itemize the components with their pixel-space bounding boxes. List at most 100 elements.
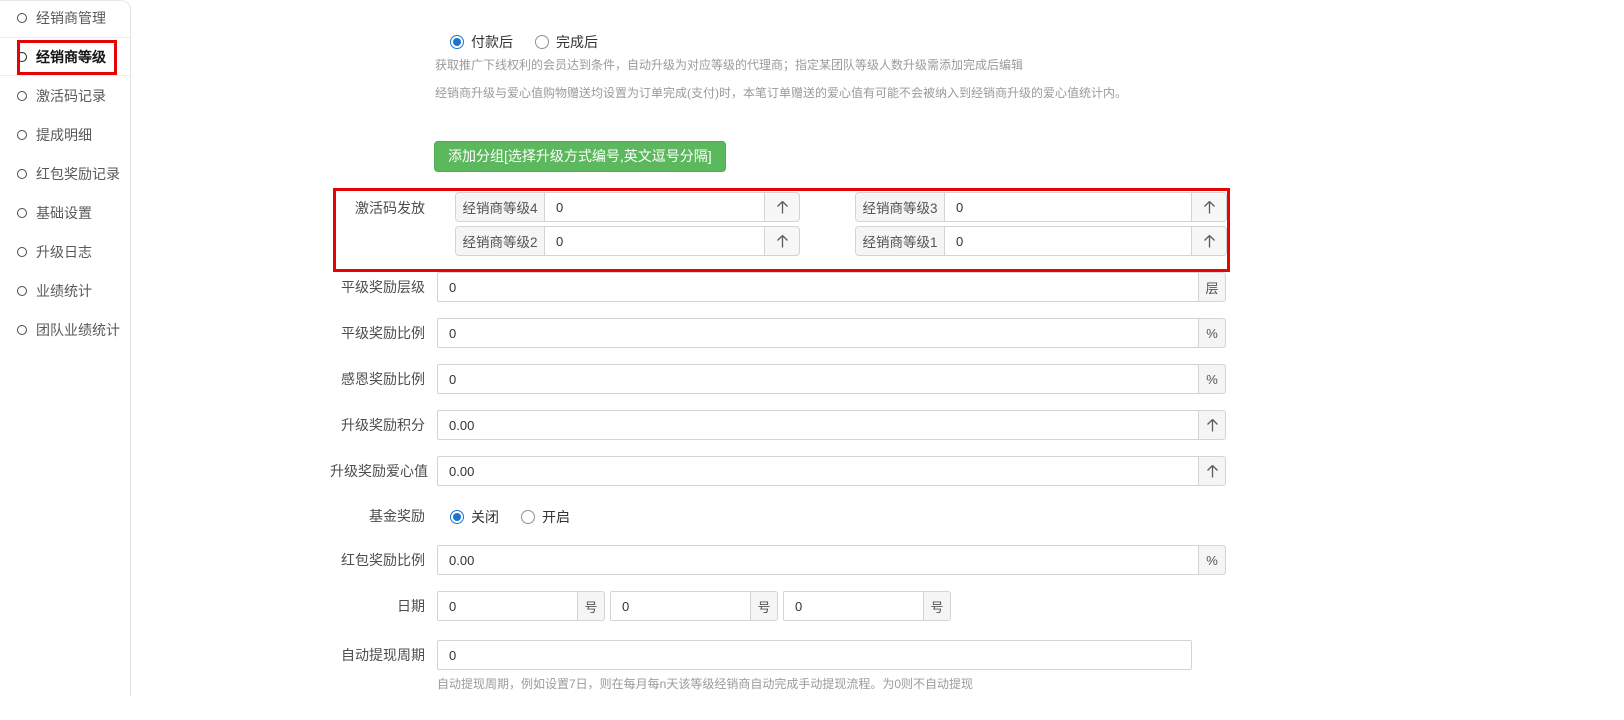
help-row-2: 经销商升级与爱心值购物赠送均设置为订单完成(支付)时，本笔订单赠送的爱心值有可能… — [330, 84, 1127, 101]
radio-after-payment[interactable]: 付款后 — [450, 32, 513, 52]
input-prepend-label: 经销商等级2 — [455, 226, 545, 256]
step-up-button[interactable] — [1198, 410, 1226, 440]
level2-count-input[interactable] — [544, 226, 765, 256]
radio-after-completion[interactable]: 完成后 — [535, 32, 598, 52]
sidebar-item-basic-settings[interactable]: 基础设置 — [0, 193, 130, 232]
sidebar: 经销商管理 经销商等级 激活码记录 提成明细 红包奖励记录 基础设置 — [0, 0, 131, 696]
level1-count-input[interactable] — [944, 226, 1192, 256]
sidebar-item-label: 业绩统计 — [36, 281, 92, 301]
percent-suffix: % — [1198, 318, 1226, 348]
help-row-1: 获取推广下线权利的会员达到条件，自动升级为对应等级的代理商；指定某团队等级人数升… — [330, 56, 1023, 73]
percent-suffix: % — [1198, 364, 1226, 394]
radio-unselected-icon — [521, 510, 535, 524]
day-suffix: 号 — [750, 591, 778, 621]
sidebar-item-activation-code-records[interactable]: 激活码记录 — [0, 76, 130, 115]
date-input-3[interactable] — [783, 591, 924, 621]
field-label: 升级奖励爱心值 — [330, 456, 437, 486]
radio-selected-icon — [450, 510, 464, 524]
arrow-up-icon — [1203, 234, 1216, 249]
sidebar-item-label: 提成明细 — [36, 125, 92, 145]
redpacket-ratio-input[interactable] — [437, 545, 1199, 575]
radio-circle-icon — [17, 52, 27, 62]
radio-label: 开启 — [542, 507, 570, 527]
peer-ratio-input[interactable] — [437, 318, 1199, 348]
level4-count-input[interactable] — [544, 192, 765, 222]
input-prepend-label: 经销商等级1 — [855, 226, 945, 256]
level3-count-input[interactable] — [944, 192, 1192, 222]
field-label: 平级奖励层级 — [330, 272, 437, 302]
sidebar-item-team-performance-stats[interactable]: 团队业绩统计 — [0, 310, 130, 349]
arrow-up-icon — [1206, 418, 1219, 433]
sidebar-item-label: 团队业绩统计 — [36, 320, 120, 340]
arrow-up-icon — [776, 234, 789, 249]
field-label: 日期 — [330, 591, 437, 621]
stepper-group-level4: 经销商等级4 — [455, 192, 800, 222]
peer-level-row: 平级奖励层级 层 — [330, 272, 1226, 302]
sidebar-item-label: 激活码记录 — [36, 86, 106, 106]
sidebar-item-label: 经销商等级 — [36, 47, 106, 67]
upgrade-timing-row: 付款后 完成后 — [330, 31, 620, 52]
upgrade-points-row: 升级奖励积分 — [330, 410, 1226, 440]
sidebar-item-dealer-level[interactable]: 经销商等级 — [0, 37, 130, 76]
input-prepend-label: 经销商等级3 — [855, 192, 945, 222]
gratitude-ratio-input[interactable] — [437, 364, 1199, 394]
field-label: 激活码发放 — [330, 192, 437, 224]
peer-ratio-row: 平级奖励比例 % — [330, 318, 1226, 348]
radio-circle-icon — [17, 169, 27, 179]
step-up-button[interactable] — [1191, 192, 1227, 222]
radio-circle-icon — [17, 247, 27, 257]
input-prepend-label: 经销商等级4 — [455, 192, 545, 222]
radio-circle-icon — [17, 286, 27, 296]
arrow-up-icon — [776, 200, 789, 215]
radio-label: 付款后 — [471, 32, 513, 52]
help-text: 经销商升级与爱心值购物赠送均设置为订单完成(支付)时，本笔订单赠送的爱心值有可能… — [435, 84, 1127, 101]
sidebar-item-commission-detail[interactable]: 提成明细 — [0, 115, 130, 154]
upgrade-love-row: 升级奖励爱心值 — [330, 456, 1226, 486]
radio-unselected-icon — [535, 35, 549, 49]
radio-label: 关闭 — [471, 507, 499, 527]
radio-circle-icon — [17, 91, 27, 101]
sidebar-item-redpacket-records[interactable]: 红包奖励记录 — [0, 154, 130, 193]
redpacket-ratio-row: 红包奖励比例 % — [330, 545, 1226, 575]
step-up-button[interactable] — [1191, 226, 1227, 256]
gratitude-ratio-row: 感恩奖励比例 % — [330, 364, 1226, 394]
sidebar-item-label: 基础设置 — [36, 203, 92, 223]
day-suffix: 号 — [923, 591, 951, 621]
withdraw-cycle-row: 自动提现周期 自动提现周期，例如设置7日，则在每月每n天该等级经销商自动完成手动… — [330, 640, 1192, 692]
step-up-button[interactable] — [764, 192, 800, 222]
field-label: 红包奖励比例 — [330, 545, 437, 575]
percent-suffix: % — [1198, 545, 1226, 575]
upgrade-points-input[interactable] — [437, 410, 1199, 440]
radio-fund-off[interactable]: 关闭 — [450, 507, 499, 527]
field-label: 感恩奖励比例 — [330, 364, 437, 394]
date-input-2[interactable] — [610, 591, 751, 621]
arrow-up-icon — [1206, 464, 1219, 479]
radio-circle-icon — [17, 325, 27, 335]
add-group-button[interactable]: 添加分组[选择升级方式编号,英文逗号分隔] — [434, 141, 726, 172]
radio-selected-icon — [450, 35, 464, 49]
unit-suffix: 层 — [1198, 272, 1226, 302]
peer-level-input[interactable] — [437, 272, 1199, 302]
day-suffix: 号 — [577, 591, 605, 621]
field-label: 自动提现周期 — [330, 640, 437, 670]
upgrade-love-input[interactable] — [437, 456, 1199, 486]
sidebar-menu: 经销商管理 经销商等级 激活码记录 提成明细 红包奖励记录 基础设置 — [0, 0, 130, 349]
radio-circle-icon — [17, 208, 27, 218]
fund-reward-row: 基金奖励 关闭 开启 — [330, 503, 592, 529]
date-input-1[interactable] — [437, 591, 578, 621]
step-up-button[interactable] — [1198, 456, 1226, 486]
date-group-2: 号 — [610, 591, 778, 621]
step-up-button[interactable] — [764, 226, 800, 256]
withdraw-cycle-input[interactable] — [437, 640, 1192, 670]
date-row: 日期 号 号 号 — [330, 591, 956, 621]
radio-circle-icon — [17, 130, 27, 140]
activation-line-1: 经销商等级4 经销商等级3 — [437, 192, 1227, 222]
radio-label: 完成后 — [556, 32, 598, 52]
sidebar-item-performance-stats[interactable]: 业绩统计 — [0, 271, 130, 310]
sidebar-item-upgrade-log[interactable]: 升级日志 — [0, 232, 130, 271]
field-label: 基金奖励 — [330, 503, 437, 529]
field-label: 平级奖励比例 — [330, 318, 437, 348]
sidebar-item-dealer-manage[interactable]: 经销商管理 — [0, 0, 130, 37]
help-text: 获取推广下线权利的会员达到条件，自动升级为对应等级的代理商；指定某团队等级人数升… — [435, 56, 1023, 73]
radio-fund-on[interactable]: 开启 — [521, 507, 570, 527]
